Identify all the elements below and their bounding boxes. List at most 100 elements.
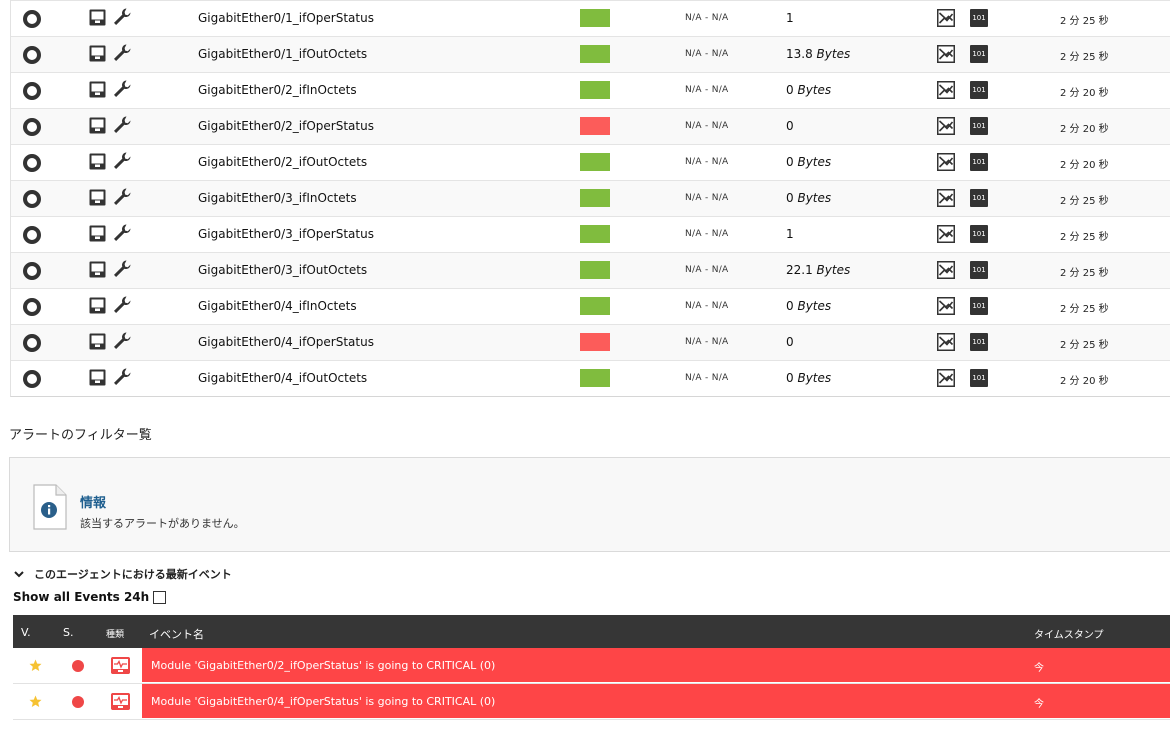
event-row[interactable]: Module 'GigabitEther0/2_ifOperStatus' is… xyxy=(13,648,1170,684)
monitor-icon[interactable] xyxy=(89,9,106,26)
show-all-events: Show all Events 24h xyxy=(13,590,167,604)
module-select-radio[interactable] xyxy=(23,190,41,208)
wrench-icon[interactable] xyxy=(112,367,132,387)
monitor-alert-icon xyxy=(111,693,130,710)
module-select-radio[interactable] xyxy=(23,154,41,172)
event-row[interactable]: Module 'GigabitEther0/4_ifOperStatus' is… xyxy=(13,684,1170,720)
raw-data-icon[interactable]: 101 xyxy=(970,153,988,171)
header-validated[interactable]: V. xyxy=(21,626,31,639)
module-select-radio[interactable] xyxy=(23,82,41,100)
monitor-icon[interactable] xyxy=(89,45,106,62)
raw-data-icon[interactable]: 101 xyxy=(970,369,988,387)
monitor-icon[interactable] xyxy=(89,81,106,98)
monitor-icon[interactable] xyxy=(89,369,106,386)
module-status-indicator xyxy=(580,369,610,387)
module-select-radio[interactable] xyxy=(23,226,41,244)
module-status-indicator xyxy=(580,189,610,207)
star-icon[interactable] xyxy=(29,695,42,708)
module-last-contact: 2 分 25 秒 xyxy=(1060,16,1109,27)
raw-data-icon[interactable]: 101 xyxy=(970,117,988,135)
raw-data-icon[interactable]: 101 xyxy=(970,225,988,243)
wrench-icon[interactable] xyxy=(112,79,132,99)
alert-filter-title: アラートのフィルター覧 xyxy=(9,428,152,443)
graph-icon[interactable] xyxy=(937,369,955,387)
module-data-value: 0 Bytes xyxy=(786,155,831,169)
module-unit: Bytes xyxy=(797,371,832,385)
module-data-value: 0 xyxy=(786,335,794,349)
event-name[interactable]: Module 'GigabitEther0/2_ifOperStatus' is… xyxy=(151,659,495,672)
star-icon[interactable] xyxy=(29,659,42,672)
module-thresholds: N/A - N/A xyxy=(685,301,729,311)
monitor-icon[interactable] xyxy=(89,297,106,314)
module-select-radio[interactable] xyxy=(23,370,41,388)
raw-data-icon[interactable]: 101 xyxy=(970,297,988,315)
severity-critical-icon xyxy=(72,660,84,672)
wrench-icon[interactable] xyxy=(112,331,132,351)
monitor-icon[interactable] xyxy=(89,225,106,242)
monitor-icon[interactable] xyxy=(89,189,106,206)
module-thresholds: N/A - N/A xyxy=(685,85,729,95)
module-last-contact: 2 分 20 秒 xyxy=(1060,124,1109,135)
graph-icon[interactable] xyxy=(937,81,955,99)
module-row: GigabitEther0/4_ifOutOctets N/A - N/A 0 … xyxy=(11,360,1170,396)
header-timestamp[interactable]: タイムスタンプ xyxy=(1034,626,1104,641)
monitor-icon[interactable] xyxy=(89,333,106,350)
module-value: 0 xyxy=(786,371,794,385)
raw-data-icon[interactable]: 101 xyxy=(970,9,988,27)
event-name[interactable]: Module 'GigabitEther0/4_ifOperStatus' is… xyxy=(151,695,495,708)
graph-icon[interactable] xyxy=(937,225,955,243)
wrench-icon[interactable] xyxy=(112,115,132,135)
graph-icon[interactable] xyxy=(937,153,955,171)
raw-data-icon[interactable]: 101 xyxy=(970,189,988,207)
raw-data-icon[interactable]: 101 xyxy=(970,81,988,99)
module-select-radio[interactable] xyxy=(23,46,41,64)
raw-data-icon[interactable]: 101 xyxy=(970,45,988,63)
module-name: GigabitEther0/1_ifOperStatus xyxy=(198,11,374,25)
monitor-icon[interactable] xyxy=(89,153,106,170)
module-thresholds: N/A - N/A xyxy=(685,337,729,347)
graph-icon[interactable] xyxy=(937,297,955,315)
events-section-title: このエージェントにおける最新イベント xyxy=(34,568,232,581)
module-unit: Bytes xyxy=(797,191,832,205)
module-name: GigabitEther0/4_ifOutOctets xyxy=(198,371,368,385)
events-section-toggle[interactable]: このエージェントにおける最新イベント xyxy=(14,566,232,582)
module-name: GigabitEther0/3_ifOutOctets xyxy=(198,263,368,277)
wrench-icon[interactable] xyxy=(112,151,132,171)
module-row: GigabitEther0/1_ifOperStatus N/A - N/A 1… xyxy=(11,0,1170,36)
show-all-events-checkbox[interactable] xyxy=(153,590,167,604)
monitor-icon[interactable] xyxy=(89,261,106,278)
header-severity[interactable]: S. xyxy=(63,626,73,639)
module-unit: Bytes xyxy=(816,263,851,277)
graph-icon[interactable] xyxy=(937,9,955,27)
graph-icon[interactable] xyxy=(937,45,955,63)
module-select-radio[interactable] xyxy=(23,10,41,28)
raw-data-icon[interactable]: 101 xyxy=(970,261,988,279)
raw-data-icon[interactable]: 101 xyxy=(970,333,988,351)
module-last-contact: 2 分 25 秒 xyxy=(1060,232,1109,243)
graph-icon[interactable] xyxy=(937,117,955,135)
wrench-icon[interactable] xyxy=(112,223,132,243)
wrench-icon[interactable] xyxy=(112,295,132,315)
info-title: 情報 xyxy=(80,496,107,511)
module-data-value: 1 xyxy=(786,11,794,25)
module-select-radio[interactable] xyxy=(23,262,41,280)
module-select-radio[interactable] xyxy=(23,298,41,316)
graph-icon[interactable] xyxy=(937,261,955,279)
header-type[interactable]: 種類 xyxy=(106,627,124,640)
wrench-icon[interactable] xyxy=(112,259,132,279)
module-select-radio[interactable] xyxy=(23,334,41,352)
monitor-icon[interactable] xyxy=(89,117,106,134)
module-value: 13.8 xyxy=(786,47,813,61)
graph-icon[interactable] xyxy=(937,333,955,351)
wrench-icon[interactable] xyxy=(112,7,132,27)
module-select-radio[interactable] xyxy=(23,118,41,136)
wrench-icon[interactable] xyxy=(112,187,132,207)
header-event-name[interactable]: イベント名 xyxy=(149,626,204,642)
wrench-icon[interactable] xyxy=(112,43,132,63)
graph-icon[interactable] xyxy=(937,189,955,207)
module-status-indicator xyxy=(580,333,610,351)
module-last-contact: 2 分 25 秒 xyxy=(1060,196,1109,207)
module-status-indicator xyxy=(580,153,610,171)
severity-critical-icon xyxy=(72,696,84,708)
module-row: GigabitEther0/3_ifInOctets N/A - N/A 0 B… xyxy=(11,180,1170,216)
